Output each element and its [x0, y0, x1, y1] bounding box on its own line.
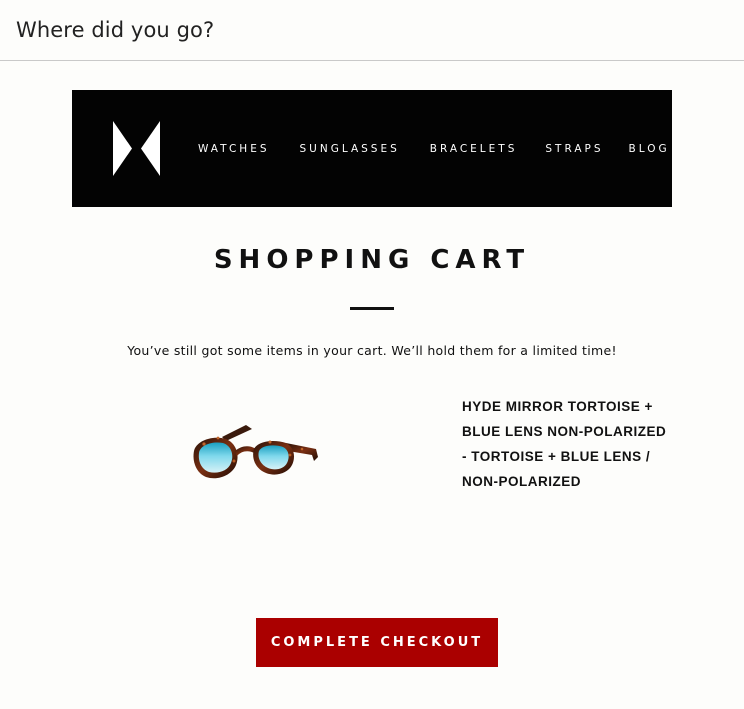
nav-link-watches[interactable]: WATCHES — [198, 143, 270, 155]
email-subject: Where did you go? — [16, 18, 215, 42]
complete-checkout-button[interactable]: COMPLETE CHECKOUT — [256, 618, 498, 667]
main-nav: WATCHES SUNGLASSES BRACELETS STRAPS BLOG — [198, 143, 670, 155]
brand-header: WATCHES SUNGLASSES BRACELETS STRAPS BLOG — [72, 90, 672, 207]
email-body: WATCHES SUNGLASSES BRACELETS STRAPS BLOG… — [72, 90, 672, 667]
product-name[interactable]: HYDE MIRROR TORTOISE + BLUE LENS NON-POL… — [462, 394, 667, 494]
nav-link-bracelets[interactable]: BRACELETS — [430, 143, 518, 155]
nav-link-blog[interactable]: BLOG — [629, 143, 670, 155]
bowtie-logo-icon[interactable] — [113, 121, 160, 176]
page-title: SHOPPING CART — [213, 245, 531, 275]
nav-link-straps[interactable]: STRAPS — [545, 143, 603, 155]
cart-reminder-message: You’ve still got some items in your cart… — [127, 343, 617, 358]
email-subject-bar: Where did you go? — [0, 0, 744, 61]
cart-item: HYDE MIRROR TORTOISE + BLUE LENS NON-POL… — [72, 388, 672, 588]
nav-link-sunglasses[interactable]: SUNGLASSES — [300, 143, 400, 155]
title-divider — [350, 307, 394, 310]
sunglasses-product-image[interactable] — [190, 411, 320, 491]
